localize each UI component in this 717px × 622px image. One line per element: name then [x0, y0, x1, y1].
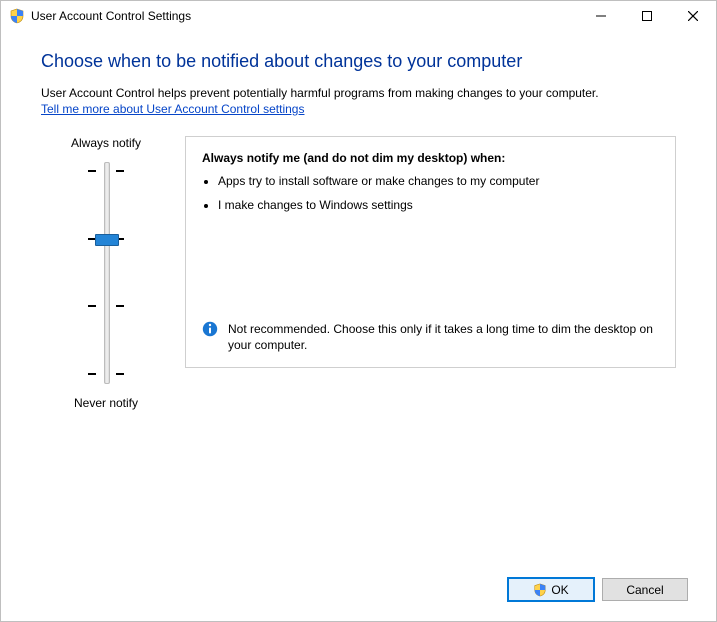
slider-column: Always notify Never notify — [41, 136, 171, 410]
cancel-button[interactable]: Cancel — [602, 578, 688, 601]
slider-tick — [88, 305, 96, 307]
slider-top-label: Always notify — [41, 136, 171, 150]
slider-tick — [116, 373, 124, 375]
description-heading: Always notify me (and do not dim my desk… — [202, 151, 659, 165]
dialog-buttons: OK Cancel — [508, 578, 688, 601]
window-title: User Account Control Settings — [31, 9, 191, 23]
ok-button[interactable]: OK — [508, 578, 594, 601]
slider-tick — [88, 170, 96, 172]
cancel-button-label: Cancel — [626, 583, 663, 597]
recommendation-text: Not recommended. Choose this only if it … — [228, 321, 659, 353]
info-icon — [202, 321, 218, 337]
shield-icon — [533, 583, 547, 597]
minimize-button[interactable] — [578, 1, 624, 31]
slider-bottom-label: Never notify — [41, 396, 171, 410]
notification-level-slider[interactable] — [41, 158, 171, 388]
recommendation-note: Not recommended. Choose this only if it … — [202, 321, 659, 353]
window-controls — [578, 1, 716, 31]
slider-tick — [116, 170, 124, 172]
description-box: Always notify me (and do not dim my desk… — [185, 136, 676, 368]
slider-tick — [88, 373, 96, 375]
slider-tick — [116, 305, 124, 307]
description-column: Always notify me (and do not dim my desk… — [185, 136, 676, 410]
page-heading: Choose when to be notified about changes… — [41, 51, 676, 72]
slider-track — [104, 162, 110, 384]
description-bullet: Apps try to install software or make cha… — [218, 173, 659, 189]
intro-text: User Account Control helps prevent poten… — [41, 86, 676, 100]
shield-icon — [9, 8, 25, 24]
close-button[interactable] — [670, 1, 716, 31]
maximize-button[interactable] — [624, 1, 670, 31]
description-list: Apps try to install software or make cha… — [218, 173, 659, 213]
help-link[interactable]: Tell me more about User Account Control … — [41, 102, 304, 116]
ok-button-label: OK — [551, 583, 568, 597]
titlebar: User Account Control Settings — [1, 1, 716, 31]
slider-thumb[interactable] — [95, 234, 119, 246]
uac-settings-window: User Account Control Settings Choose whe… — [0, 0, 717, 622]
content-area: Choose when to be notified about changes… — [1, 31, 716, 621]
description-bullet: I make changes to Windows settings — [218, 197, 659, 213]
